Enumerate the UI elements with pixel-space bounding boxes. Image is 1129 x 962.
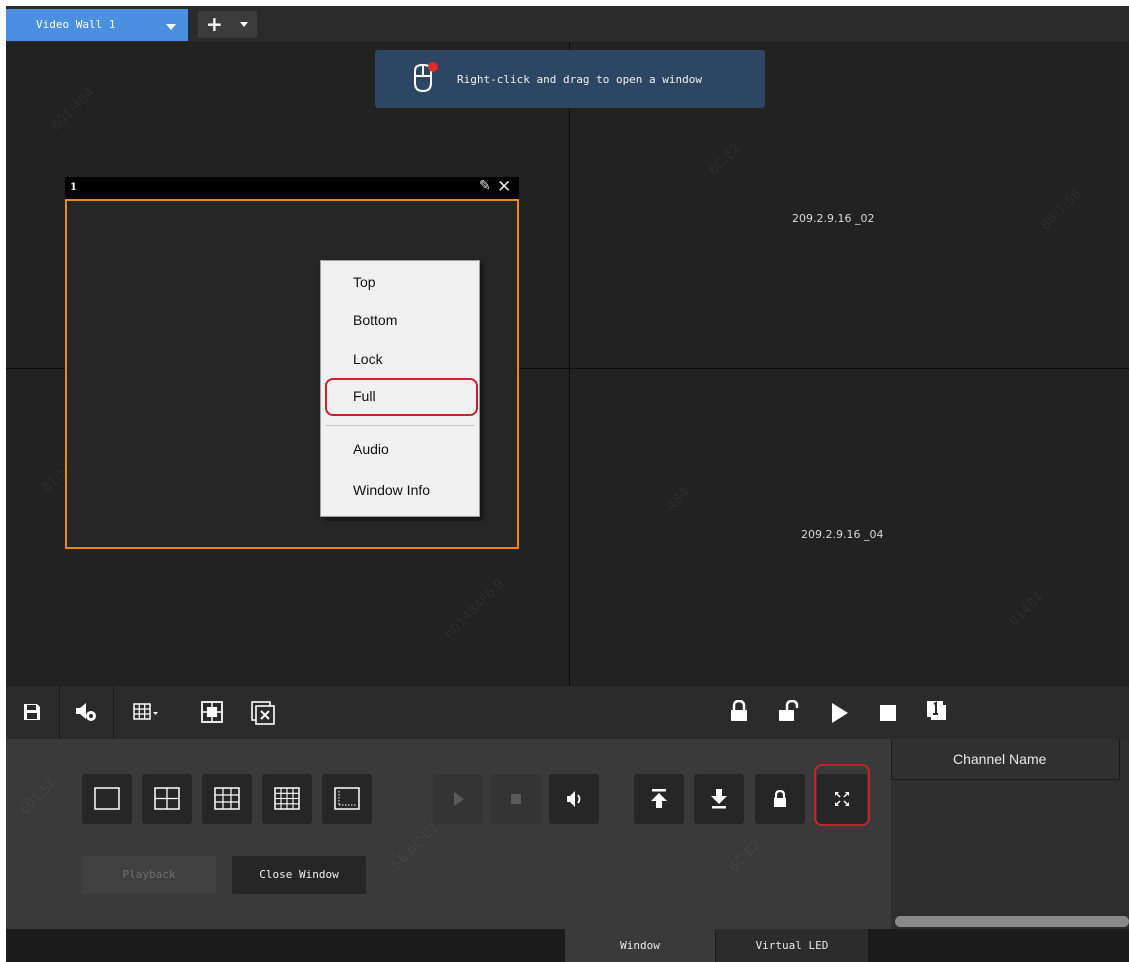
stop-button[interactable] bbox=[491, 774, 541, 824]
window-title-bar[interactable]: 1 ✎ ✕ bbox=[65, 177, 519, 199]
grid-layout-icon[interactable] bbox=[133, 702, 159, 722]
highlight-outline bbox=[325, 378, 478, 416]
toolbar-divider bbox=[113, 686, 114, 739]
horizontal-scrollbar[interactable] bbox=[895, 916, 1129, 927]
watermark: 601-484 bbox=[48, 84, 98, 135]
column-divider[interactable] bbox=[1119, 739, 1120, 779]
close-all-windows-icon[interactable] bbox=[250, 700, 276, 726]
tab-bar: Video Wall 1 + bbox=[6, 6, 1129, 42]
watermark: 6C:E2 bbox=[706, 140, 744, 179]
menu-item-bottom[interactable]: Bottom bbox=[353, 312, 397, 328]
window-number: 1 bbox=[70, 182, 77, 193]
menu-item-audio[interactable]: Audio bbox=[353, 441, 389, 457]
column-header: Channel Name bbox=[953, 751, 1047, 767]
play-button[interactable] bbox=[433, 774, 483, 824]
layout-9-button[interactable] bbox=[202, 774, 252, 824]
plus-icon: + bbox=[206, 12, 223, 36]
play-icon bbox=[454, 792, 464, 806]
open-window-icon[interactable] bbox=[200, 700, 224, 724]
add-tab-button[interactable]: + bbox=[198, 11, 257, 38]
video-wall-canvas[interactable]: 601-484 6C:E2 8B:1:58 81:56:6C 484 h0148… bbox=[6, 42, 1129, 686]
custom-layout-button[interactable] bbox=[322, 774, 372, 824]
channel-name-header[interactable]: Channel Name bbox=[891, 739, 1120, 780]
watermark: 484 bbox=[664, 485, 693, 514]
toolbar-divider bbox=[59, 686, 60, 739]
hint-text: Right-click and drag to open a window bbox=[457, 73, 703, 86]
stop-icon bbox=[511, 794, 521, 804]
video-wall-app: Video Wall 1 + 601-484 6C:E2 8B:1:58 81:… bbox=[6, 6, 1129, 962]
lock-icon bbox=[774, 789, 786, 807]
watermark: h01484F6.8 bbox=[442, 576, 508, 643]
chevron-down-icon[interactable] bbox=[166, 24, 176, 30]
window-control-panel: 601:56 56:6C:E2 6C:E2 Playback Close Win… bbox=[6, 739, 891, 929]
watermark: 8B:1:58 bbox=[1038, 186, 1085, 233]
watermark: 56:6C:E2 bbox=[389, 820, 442, 873]
tab-window[interactable]: Window bbox=[565, 929, 715, 962]
unlock-icon[interactable] bbox=[778, 700, 800, 722]
single-screen-icon[interactable] bbox=[926, 700, 948, 722]
tab-label: Video Wall 1 bbox=[36, 18, 116, 31]
send-to-bottom-button[interactable] bbox=[694, 774, 744, 824]
pencil-icon[interactable]: ✎ bbox=[479, 178, 491, 194]
wall-toolbar bbox=[6, 686, 1129, 739]
stop-icon[interactable] bbox=[879, 704, 897, 722]
speaker-icon bbox=[567, 791, 581, 807]
watermark: 01484 bbox=[1006, 589, 1047, 630]
audio-button[interactable] bbox=[549, 774, 599, 824]
audio-settings-icon[interactable] bbox=[74, 701, 98, 723]
mouse-icon bbox=[414, 62, 438, 93]
playback-button[interactable]: Playback bbox=[82, 856, 216, 894]
tab-virtual-led[interactable]: Virtual LED bbox=[716, 929, 868, 962]
lock-icon[interactable] bbox=[730, 700, 748, 722]
move-top-icon bbox=[651, 789, 667, 808]
layout-4-button[interactable] bbox=[142, 774, 192, 824]
watermark: 6C:E2 bbox=[726, 837, 764, 876]
channel-list: Channel Name bbox=[891, 739, 1129, 929]
hint-banner: Right-click and drag to open a window bbox=[375, 50, 765, 108]
layout-4-icon bbox=[154, 787, 180, 810]
layout-16-button[interactable] bbox=[262, 774, 312, 824]
menu-item-lock[interactable]: Lock bbox=[353, 351, 383, 367]
close-window-button[interactable]: Close Window bbox=[232, 856, 366, 894]
menu-item-top[interactable]: Top bbox=[353, 274, 376, 290]
bring-to-top-button[interactable] bbox=[634, 774, 684, 824]
screen-label: 209.2.9.16 _02 bbox=[792, 212, 875, 225]
custom-layout-icon bbox=[334, 787, 360, 810]
layout-16-icon bbox=[274, 787, 300, 810]
menu-item-window-info[interactable]: Window Info bbox=[353, 482, 430, 498]
bottom-tab-bar: Window Virtual LED bbox=[6, 929, 1129, 962]
layout-1-icon bbox=[94, 787, 120, 810]
context-menu: Top Bottom Lock Full Audio Window Info bbox=[320, 260, 480, 517]
screen-divider bbox=[569, 42, 570, 686]
highlight-outline bbox=[814, 764, 870, 826]
lock-window-button[interactable] bbox=[755, 774, 805, 824]
menu-separator bbox=[325, 425, 475, 426]
move-bottom-icon bbox=[711, 789, 727, 809]
save-icon[interactable] bbox=[22, 702, 42, 722]
layout-9-icon bbox=[214, 787, 240, 810]
watermark: 601:56 bbox=[17, 775, 61, 818]
layout-1-button[interactable] bbox=[82, 774, 132, 824]
close-icon[interactable]: ✕ bbox=[497, 177, 511, 197]
play-icon[interactable] bbox=[830, 702, 850, 724]
chevron-down-icon[interactable] bbox=[240, 22, 248, 27]
screen-label: 209.2.9.16 _04 bbox=[801, 528, 884, 541]
tab-video-wall-1[interactable]: Video Wall 1 bbox=[6, 9, 188, 41]
